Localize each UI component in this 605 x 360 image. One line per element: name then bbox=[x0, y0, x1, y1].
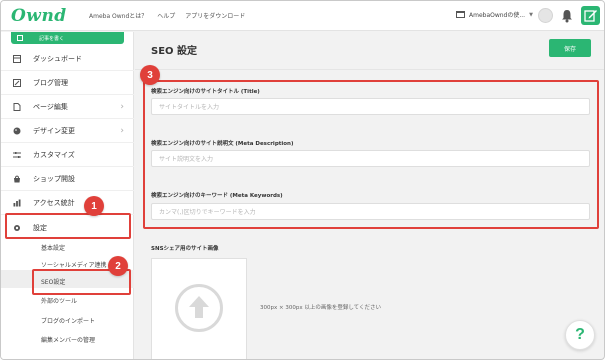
pen-icon bbox=[17, 35, 23, 41]
top-bar: Ownd Ameba Owndとは？ ヘルプ アプリをダウンロード AmebaO… bbox=[1, 1, 604, 31]
sidebar-item-page-edit[interactable]: ページ編集 › bbox=[1, 96, 134, 119]
step-badge-2: 2 bbox=[108, 256, 128, 276]
sidebar-item-label: ダッシュボード bbox=[33, 55, 82, 63]
app-window: Ownd Ameba Owndとは？ ヘルプ アプリをダウンロード AmebaO… bbox=[0, 0, 605, 360]
page-title: SEO 設定 bbox=[151, 46, 198, 57]
sidebar-item-customize[interactable]: カスタマイズ bbox=[1, 144, 134, 167]
chart-icon bbox=[13, 199, 21, 207]
sidebar-item-blog[interactable]: ブログ管理 bbox=[1, 72, 134, 95]
sidebar-item-shop[interactable]: ショップ開設 bbox=[1, 168, 134, 191]
save-button[interactable]: 保存 bbox=[549, 39, 591, 57]
nav-link-help[interactable]: ヘルプ bbox=[157, 11, 175, 20]
palette-icon bbox=[13, 127, 21, 135]
nav-link-app[interactable]: アプリをダウンロード bbox=[185, 11, 245, 20]
sidebar-item-label: カスタマイズ bbox=[33, 151, 75, 159]
shop-icon bbox=[13, 175, 21, 183]
ownd-logo[interactable]: Ownd bbox=[11, 6, 67, 26]
site-selector[interactable]: AmebaOwndの使... ▼ bbox=[456, 10, 533, 19]
upload-icon bbox=[175, 284, 223, 332]
step-badge-3: 3 bbox=[140, 65, 160, 85]
sns-image-note: 300px × 300px 以上の画像を登録してください bbox=[260, 305, 382, 311]
sidebar-item-dashboard[interactable]: ダッシュボード bbox=[1, 48, 134, 71]
sliders-icon bbox=[13, 151, 21, 159]
page-icon bbox=[13, 103, 21, 111]
sidebar-item-label: アクセス統計 bbox=[33, 199, 75, 207]
sidebar-item-analytics[interactable]: アクセス統計 bbox=[1, 192, 134, 215]
sidebar-item-label: ブログ管理 bbox=[33, 79, 68, 87]
sidebar-item-label: デザイン変更 bbox=[33, 127, 75, 135]
chevron-right-icon: › bbox=[120, 102, 124, 112]
top-nav: Ameba Owndとは？ ヘルプ アプリをダウンロード bbox=[89, 11, 245, 20]
window-icon bbox=[456, 11, 465, 18]
sub-item-edit-members[interactable]: 編集メンバーの管理 bbox=[41, 335, 95, 344]
nav-link-about[interactable]: Ameba Owndとは？ bbox=[89, 11, 147, 20]
site-name: AmebaOwndの使... bbox=[469, 12, 526, 19]
edit-icon bbox=[584, 10, 597, 22]
dashboard-icon bbox=[13, 55, 21, 63]
step-badge-1: 1 bbox=[84, 196, 104, 216]
blog-icon bbox=[13, 79, 21, 87]
write-article-button[interactable]: 記事を書く bbox=[11, 32, 124, 44]
highlight-seo-fields bbox=[143, 80, 599, 229]
write-article-label: 記事を書く bbox=[39, 35, 65, 42]
sidebar-item-label: ショップ開設 bbox=[33, 175, 75, 183]
bell-icon[interactable] bbox=[561, 9, 573, 23]
sub-item-external-tools[interactable]: 外部のツール bbox=[41, 296, 77, 305]
avatar[interactable] bbox=[538, 8, 553, 23]
highlight-settings bbox=[5, 213, 131, 239]
sidebar-item-label: ページ編集 bbox=[33, 103, 68, 111]
sub-item-blog-import[interactable]: ブログのインポート bbox=[41, 316, 95, 325]
sidebar: 記事を書く ダッシュボード ブログ管理 ページ編集 › デザイン変更 › カスタ… bbox=[1, 32, 134, 359]
sns-image-upload[interactable] bbox=[151, 258, 247, 359]
divider bbox=[135, 69, 604, 70]
sub-item-social-media[interactable]: ソーシャルメディア連携 bbox=[41, 260, 106, 269]
caret-down-icon: ▼ bbox=[529, 11, 533, 18]
help-button[interactable]: ? bbox=[565, 320, 595, 350]
sub-item-basic-settings[interactable]: 基本設定 bbox=[41, 243, 65, 252]
sidebar-item-design[interactable]: デザイン変更 › bbox=[1, 120, 134, 143]
sns-image-label: SNSシェア用のサイト画像 bbox=[151, 246, 219, 252]
edit-button[interactable] bbox=[581, 6, 600, 25]
chevron-right-icon: › bbox=[120, 126, 124, 136]
